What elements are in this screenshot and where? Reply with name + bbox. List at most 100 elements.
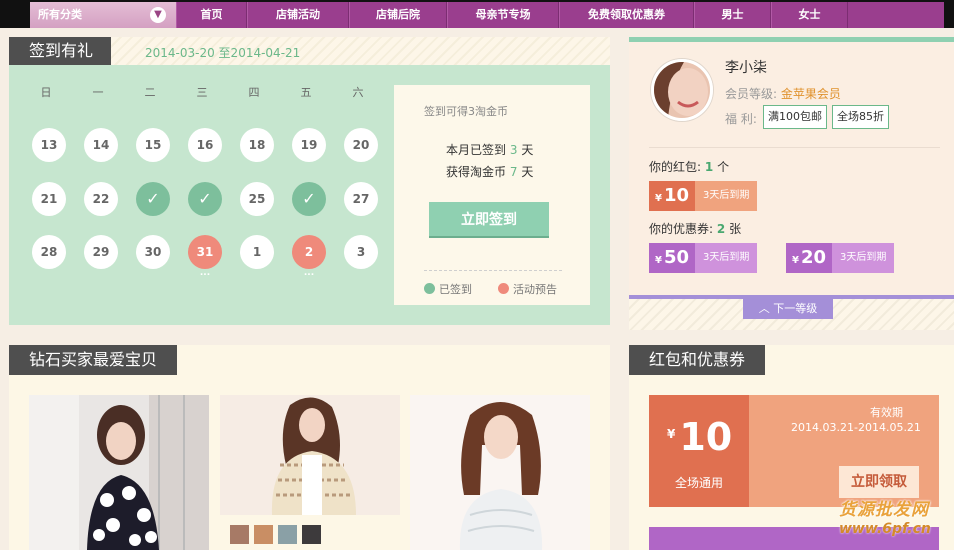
calendar-day[interactable]: 15 (136, 128, 170, 162)
voucher-amount: 20 (800, 247, 827, 268)
calendar-day[interactable]: 25 (240, 182, 274, 216)
big-coupon-scope: 全场通用 (674, 476, 723, 490)
weekday-thu: 四 (248, 86, 260, 99)
redpack-coupon-title: 红包和优惠券 (629, 345, 766, 375)
member-profile-panel: 李小柒 会员等级: 金苹果会员 福 利: 满100包邮 全场85折 你的红包: … (629, 37, 954, 330)
redpack-count: 1 (704, 160, 714, 174)
calendar-day-signed[interactable]: ✓ (188, 182, 222, 216)
redpack-expiry: 3天后到期 (695, 181, 758, 211)
watermark-text: 货源批发网 (839, 500, 929, 520)
nav-item-shop-events[interactable]: 店铺活动 (247, 2, 349, 28)
legend-preview: 活动预告 (498, 281, 557, 297)
signed-dot-icon (424, 283, 435, 294)
chevron-down-icon: ▼ (150, 7, 166, 23)
watermark-url: www.6pf.cn (839, 521, 931, 537)
thumbnail-3[interactable] (278, 525, 297, 544)
checkin-date-range: 2014-03-20 至2014-04-21 (145, 46, 301, 60)
calendar-day[interactable]: 3 (344, 235, 378, 269)
redpack-count-label: 你的红包: 1 个 (649, 160, 730, 174)
calendar-day-signed[interactable]: ✓ (292, 182, 326, 216)
calendar-day-preview[interactable]: 31 (188, 235, 222, 279)
nav-item-men[interactable]: 男士 (694, 2, 771, 28)
redpack-coupon-panel: 红包和优惠券 ¥10 全场通用 有效期 2014.03.21-2014.05.2… (629, 345, 954, 550)
calendar-day-preview[interactable]: 2 (292, 235, 326, 279)
category-label: 所有分类 (38, 8, 82, 21)
calendar-day[interactable]: 14 (84, 128, 118, 162)
redpack-coupon[interactable]: ¥10 3天后到期 (649, 181, 758, 211)
calendar-day[interactable]: 19 (292, 128, 326, 162)
diamond-favorites-panel: 钻石买家最爱宝贝 (9, 345, 610, 550)
calendar-day[interactable]: 29 (84, 235, 118, 269)
voucher-amount: 50 (663, 247, 690, 268)
voucher-count: 2 (716, 222, 726, 236)
top-nav: 所有分类 ▼ 首页 店铺活动 店铺后院 母亲节专场 免费领取优惠券 男士 女士 (0, 0, 954, 28)
perk-discount: 全场85折 (832, 105, 889, 129)
month-signed-count: 3 (509, 143, 518, 157)
calendar-day-signed[interactable]: ✓ (136, 182, 170, 216)
perks-label: 福 利: (725, 112, 757, 126)
thumbnail-4[interactable] (302, 525, 321, 544)
big-coupon: ¥10 全场通用 有效期 2014.03.21-2014.05.21 立即领取 (649, 395, 945, 507)
nav-item-shop-backyard[interactable]: 店铺后院 (349, 2, 447, 28)
nav-item-home[interactable]: 首页 (176, 2, 247, 28)
legend-signed: 已签到 (424, 281, 472, 297)
perk-free-shipping: 满100包邮 (763, 105, 827, 129)
product-photo-2[interactable] (220, 395, 400, 515)
calendar-day[interactable]: 1 (240, 235, 274, 269)
calendar-day[interactable]: 13 (32, 128, 66, 162)
perforated-edge (939, 395, 945, 507)
nav-item-mothers-day[interactable]: 母亲节专场 (447, 2, 559, 28)
next-level-button[interactable]: ︿ 下一等级 (743, 299, 833, 319)
calendar-day[interactable]: 28 (32, 235, 66, 269)
weekday-wed: 三 (196, 86, 208, 99)
nav-item-free-coupons[interactable]: 免费领取优惠券 (559, 2, 694, 28)
big-coupon-amount: 10 (679, 415, 733, 459)
sign-in-button[interactable]: 立即签到 (429, 202, 549, 238)
coins-earned-stat: 获得淘金币 7 天 (446, 165, 534, 179)
member-level: 会员等级: 金苹果会员 (725, 87, 841, 101)
weekday-sun: 日 (40, 86, 52, 99)
checkin-info-box: 签到可得3淘金币 本月已签到 3 天 获得淘金币 7 天 立即签到 已签到 活动… (394, 85, 590, 305)
checkin-reward-text: 签到可得3淘金币 (424, 105, 508, 118)
valid-label: 有效期 (870, 406, 903, 419)
member-name: 李小柒 (725, 60, 767, 76)
redpack-amount: 10 (663, 185, 690, 206)
weekday-sat: 六 (352, 86, 364, 99)
category-dropdown[interactable]: 所有分类 ▼ (30, 2, 176, 28)
product-photo-1[interactable] (29, 395, 209, 550)
big-coupon-details: 有效期 2014.03.21-2014.05.21 立即领取 (749, 395, 945, 507)
valid-range: 2014.03.21-2014.05.21 (791, 421, 921, 434)
month-signed-stat: 本月已签到 3 天 (446, 143, 534, 157)
weekday-mon: 一 (92, 86, 104, 99)
preview-dot-icon (498, 283, 509, 294)
diamond-title: 钻石买家最爱宝贝 (9, 345, 178, 375)
checkin-header: 签到有礼 2014-03-20 至2014-04-21 (9, 37, 610, 65)
voucher-coupon-50[interactable]: ¥50 3天后到期 (649, 243, 758, 273)
checkin-title: 签到有礼 (9, 37, 112, 65)
member-level-value: 金苹果会员 (780, 87, 841, 101)
avatar[interactable] (651, 59, 713, 121)
calendar-day[interactable]: 18 (240, 128, 274, 162)
big-coupon-value: ¥10 全场通用 (649, 395, 749, 507)
thumbnail-2[interactable] (254, 525, 273, 544)
calendar-day[interactable]: 16 (188, 128, 222, 162)
calendar-day[interactable]: 20 (344, 128, 378, 162)
calendar-day[interactable]: 22 (84, 182, 118, 216)
weekday-tue: 二 (144, 86, 156, 99)
voucher-count-label: 你的优惠券: 2 张 (649, 222, 742, 236)
thumbnail-1[interactable] (230, 525, 249, 544)
voucher-expiry: 3天后到期 (695, 243, 758, 273)
chevron-up-icon: ︿ (758, 302, 770, 315)
nav-item-women[interactable]: 女士 (771, 2, 848, 28)
calendar-day[interactable]: 27 (344, 182, 378, 216)
claim-button[interactable]: 立即领取 (839, 466, 919, 498)
calendar-day[interactable]: 21 (32, 182, 66, 216)
profile-divider (649, 147, 940, 148)
product-photo-3[interactable] (410, 395, 590, 550)
checkin-panel: 签到有礼 2014-03-20 至2014-04-21 日 一 二 三 四 五 … (9, 37, 610, 325)
voucher-coupon-20[interactable]: ¥20 3天后到期 (786, 243, 895, 273)
weekday-fri: 五 (300, 86, 312, 99)
calendar-day[interactable]: 30 (136, 235, 170, 269)
nav-menu: 首页 店铺活动 店铺后院 母亲节专场 免费领取优惠券 男士 女士 (176, 2, 944, 28)
coins-earned-count: 7 (509, 165, 518, 179)
